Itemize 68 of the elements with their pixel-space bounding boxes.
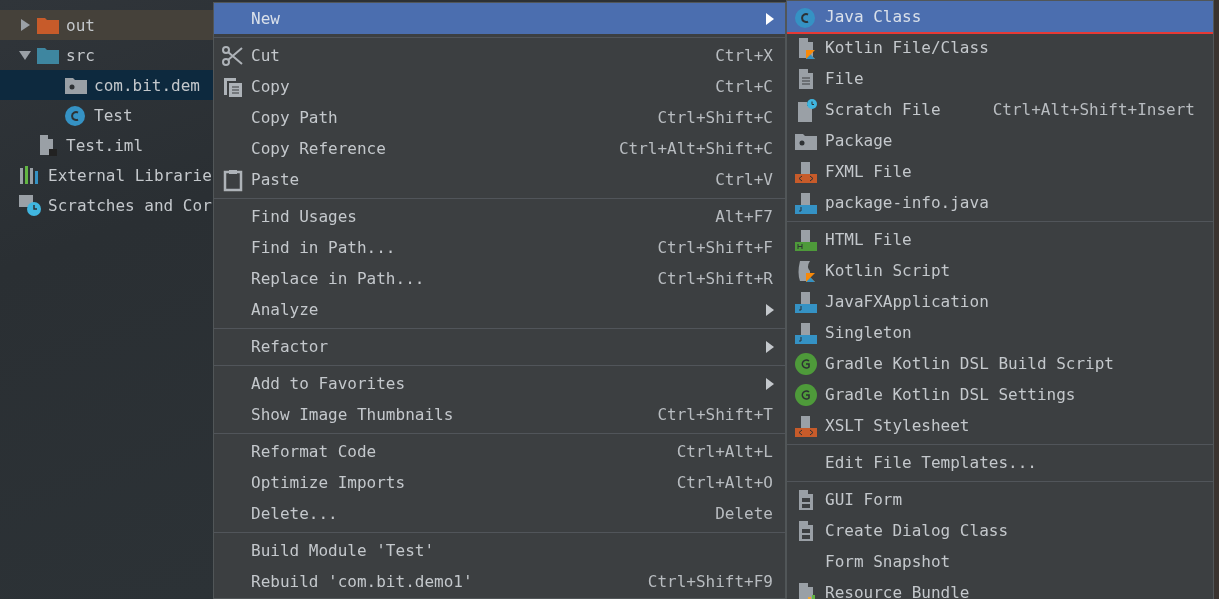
gradle-icon [794, 351, 818, 376]
tree-item-label: Test [94, 105, 133, 125]
menu-item[interactable]: HTML File [787, 224, 1213, 255]
menu-item[interactable]: Add to Favorites [214, 368, 785, 399]
xml-file-icon [794, 413, 818, 438]
menu-item[interactable]: Resource Bundle [787, 577, 1213, 599]
menu-item[interactable]: Create Dialog Class [787, 515, 1213, 546]
menu-item[interactable]: Form Snapshot [787, 546, 1213, 577]
tree-item[interactable]: Test.iml [0, 130, 213, 160]
menu-item[interactable]: Optimize Imports Ctrl+Alt+O [214, 467, 785, 498]
class-icon [64, 103, 88, 127]
menu-item[interactable]: File [787, 63, 1213, 94]
collapse-arrow-icon[interactable] [18, 48, 32, 62]
menu-item[interactable]: Refactor [214, 331, 785, 362]
tree-item-label: com.bit.dem [94, 75, 200, 95]
menu-item[interactable]: Gradle Kotlin DSL Settings [787, 379, 1213, 410]
menu-item[interactable]: Kotlin Script [787, 255, 1213, 286]
submenu-arrow-icon [765, 11, 775, 26]
menu-item[interactable]: Find in Path... Ctrl+Shift+F [214, 232, 785, 263]
menu-item[interactable]: Gradle Kotlin DSL Build Script [787, 348, 1213, 379]
menu-item[interactable]: Reformat Code Ctrl+Alt+L [214, 436, 785, 467]
submenu-arrow-icon [765, 302, 775, 317]
java-file-icon [794, 190, 818, 215]
menu-item[interactable]: XSLT Stylesheet [787, 410, 1213, 441]
tree-item[interactable]: Scratches and Cor [0, 190, 213, 220]
menu-item[interactable]: Package [787, 125, 1213, 156]
menu-item[interactable]: Copy Ctrl+C [214, 71, 785, 102]
submenu-arrow-icon [765, 339, 775, 354]
menu-item[interactable]: JavaFXApplication [787, 286, 1213, 317]
gradle-icon [794, 382, 818, 407]
menu-item[interactable]: Cut Ctrl+X [214, 40, 785, 71]
menu-item[interactable]: Find Usages Alt+F7 [214, 201, 785, 232]
xml-file-icon [794, 159, 818, 184]
tree-item[interactable]: src [0, 40, 213, 70]
tree-item[interactable]: External Librarie [0, 160, 213, 190]
html-file-icon [794, 227, 818, 252]
menu-item[interactable]: GUI Form [787, 484, 1213, 515]
scratches-icon [18, 193, 42, 217]
tree-item[interactable]: out [0, 10, 213, 40]
menu-item[interactable]: Singleton [787, 317, 1213, 348]
java-file-icon [794, 289, 818, 314]
tree-item-label: Test.iml [66, 135, 144, 155]
submenu-arrow-icon [765, 376, 775, 391]
menu-item[interactable]: Edit File Templates... [787, 447, 1213, 478]
tree-item[interactable]: Test [0, 100, 213, 130]
menu-item[interactable]: Copy Reference Ctrl+Alt+Shift+C [214, 133, 785, 164]
tree-item-label: External Librarie [48, 165, 212, 185]
tree-item-label: out [66, 15, 95, 35]
menu-item[interactable]: Copy Path Ctrl+Shift+C [214, 102, 785, 133]
menu-item[interactable]: Scratch File Ctrl+Alt+Shift+Insert [787, 94, 1213, 125]
menu-item[interactable]: Analyze [214, 294, 785, 325]
expand-arrow-icon[interactable] [18, 18, 32, 32]
menu-item[interactable]: Kotlin File/Class [787, 32, 1213, 63]
tree-item[interactable]: com.bit.dem [0, 70, 213, 100]
java-file-icon [794, 320, 818, 345]
menu-item[interactable]: Build Module 'Test' [214, 535, 785, 566]
menu-item[interactable]: Paste Ctrl+V [214, 164, 785, 195]
menu-item[interactable]: package-info.java [787, 187, 1213, 218]
menu-item[interactable]: Show Image Thumbnails Ctrl+Shift+T [214, 399, 785, 430]
menu-item[interactable]: FXML File [787, 156, 1213, 187]
tree-item-label: Scratches and Cor [48, 195, 212, 215]
menu-item[interactable]: Rebuild 'com.bit.demo1' Ctrl+Shift+F9 [214, 566, 785, 597]
menu-item[interactable]: Delete... Delete [214, 498, 785, 529]
menu-item[interactable]: New [214, 3, 785, 34]
tree-item-label: src [66, 45, 95, 65]
scissors-icon [220, 43, 245, 68]
menu-item[interactable]: Java Class [787, 1, 1213, 32]
menu-item[interactable]: Replace in Path... Ctrl+Shift+R [214, 263, 785, 294]
